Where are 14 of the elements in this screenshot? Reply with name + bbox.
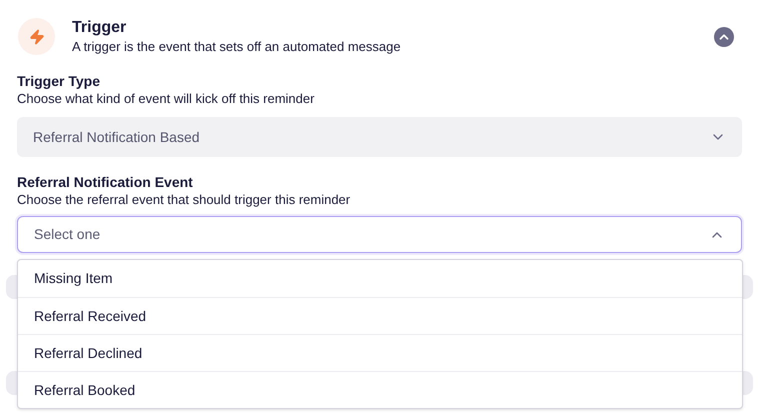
lightning-icon xyxy=(18,18,55,55)
section-description: A trigger is the event that sets off an automated message xyxy=(72,38,401,56)
field-label: Trigger Type xyxy=(17,72,101,90)
section-title: Trigger xyxy=(72,18,128,38)
trigger-type-select[interactable]: Referral Notification Based xyxy=(17,117,742,157)
field-description: Choose what kind of event will kick off this reminder xyxy=(17,90,316,108)
dropdown-option[interactable]: Missing Item xyxy=(18,260,742,297)
referral-event-select[interactable]: Select one xyxy=(17,216,742,253)
field-label: Referral Notification Event xyxy=(17,173,194,191)
dropdown-option[interactable]: Referral Received xyxy=(18,297,742,334)
field-description: Choose the referral event that should trigger this reminder xyxy=(17,191,352,209)
collapse-button[interactable] xyxy=(714,27,734,47)
dropdown-option[interactable]: Referral Booked xyxy=(18,371,742,408)
dropdown-option[interactable]: Referral Declined xyxy=(18,334,742,371)
